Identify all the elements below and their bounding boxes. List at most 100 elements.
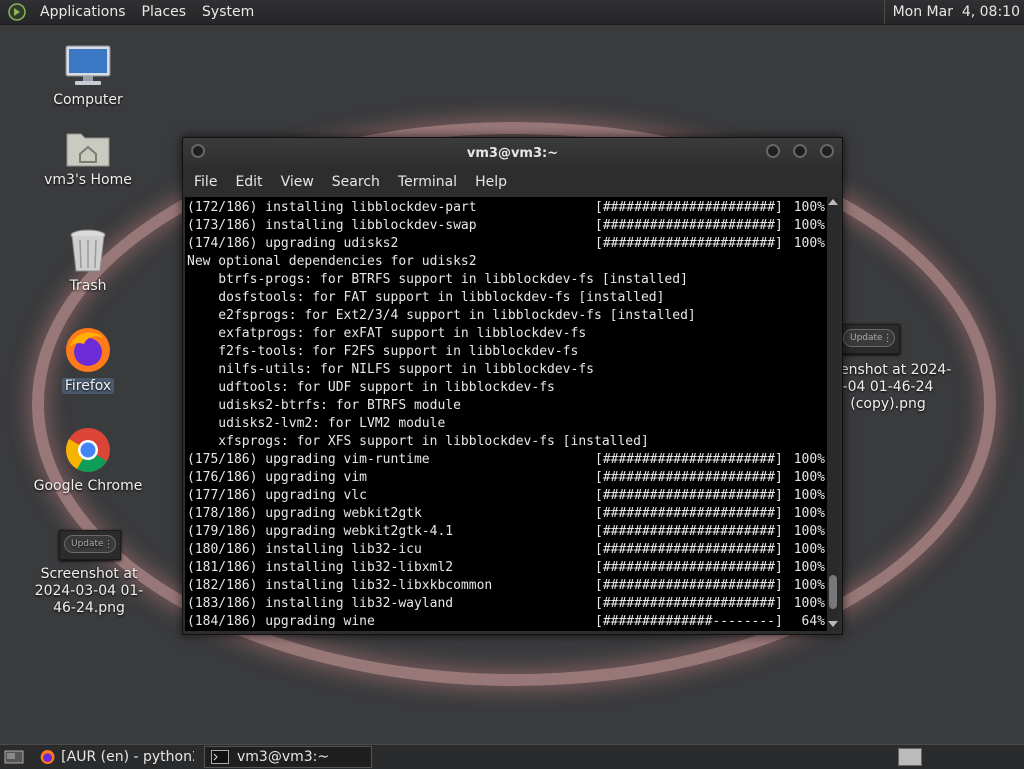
terminal-line: (179/186) upgrading webkit2gtk-4.1 [#####…	[187, 523, 827, 541]
progress-bar-text: [######################]	[595, 506, 783, 521]
window-titlebar[interactable]: vm3@vm3:~	[183, 138, 842, 168]
desktop-icon-label: enshot at 2024- -04 01-46-24 (copy).png	[840, 362, 952, 412]
terminal-line-text: (178/186) upgrading webkit2gtk	[187, 506, 422, 521]
workspace-switcher[interactable]	[898, 748, 922, 766]
desktop-icon-label: Google Chrome	[33, 478, 143, 494]
terminal-line-text: (184/186) upgrading wine	[187, 614, 375, 629]
update-pill: Update ⋮	[64, 535, 116, 553]
desktop-icon-trash[interactable]: Trash	[23, 228, 153, 294]
menu-search[interactable]: Search	[323, 174, 389, 190]
menu-view[interactable]: View	[272, 174, 323, 190]
progress-bar-text: [##############--------]	[595, 614, 783, 629]
terminal-line: (178/186) upgrading webkit2gtk [#########…	[187, 505, 827, 523]
progress-bar-text: [######################]	[595, 596, 783, 611]
distro-logo-icon[interactable]	[8, 3, 26, 21]
terminal-line: (184/186) upgrading wine [##############-…	[187, 613, 827, 631]
terminal-line-text: udisks2-btrfs: for BTRFS module	[187, 398, 461, 413]
progress-bar-text: [######################]	[595, 470, 783, 485]
progress-percent: 100%	[793, 524, 825, 539]
progress-bar-text: [######################]	[595, 218, 783, 233]
desktop-icon-chrome[interactable]: Google Chrome	[23, 426, 153, 494]
desktop-icon-screenshot[interactable]: Update ⋮ Screenshot at 2024-03-04 01-46-2…	[13, 530, 165, 617]
desktop-icon-computer[interactable]: Computer	[23, 44, 153, 108]
terminal-line-text: (175/186) upgrading vim-runtime	[187, 452, 430, 467]
progress-bar-text: [######################]	[595, 542, 783, 557]
terminal-line: dosfstools: for FAT support in libblockd…	[187, 289, 827, 307]
progress-bar-text: [######################]	[595, 200, 783, 215]
window-menu-icon[interactable]	[191, 144, 205, 158]
top-panel: Applications Places System Mon Mar 4, 08…	[0, 0, 1024, 25]
terminal-output[interactable]: (172/186) installing libblockdev-part [##…	[185, 197, 827, 631]
desktop-icon-label: vm3's Home	[44, 172, 132, 188]
terminal-line-text: udisks2-lvm2: for LVM2 module	[187, 416, 446, 431]
progress-percent: 100%	[793, 578, 825, 593]
terminal-window[interactable]: vm3@vm3:~ File Edit View Search Terminal…	[182, 137, 843, 635]
terminal-line-text: udftools: for UDF support in libblockdev…	[187, 380, 555, 395]
progress-bar-text: [######################]	[595, 236, 783, 251]
terminal-menubar: File Edit View Search Terminal Help	[183, 168, 842, 196]
terminal-line: New optional dependencies for udisks2	[187, 253, 827, 271]
taskbar-item-terminal[interactable]: vm3@vm3:~	[204, 746, 372, 768]
desktop-icon-firefox[interactable]: Firefox	[23, 326, 153, 394]
minimize-icon[interactable]	[766, 144, 780, 158]
terminal-line-text: e2fsprogs: for Ext2/3/4 support in libbl…	[187, 308, 696, 323]
terminal-line-text: New optional dependencies for udisks2	[187, 254, 477, 269]
chrome-icon	[66, 428, 110, 472]
show-desktop-button[interactable]	[0, 746, 30, 768]
menu-help[interactable]: Help	[466, 174, 516, 190]
terminal-line: btrfs-progs: for BTRFS support in libblo…	[187, 271, 827, 289]
terminal-line-text: btrfs-progs: for BTRFS support in libblo…	[187, 272, 688, 287]
taskbar-item-firefox[interactable]: [AUR (en) - python2 ...	[34, 746, 200, 768]
menu-file[interactable]: File	[185, 174, 226, 190]
progress-percent: 100%	[793, 560, 825, 575]
terminal-line-text: (179/186) upgrading webkit2gtk-4.1	[187, 524, 454, 539]
terminal-line: e2fsprogs: for Ext2/3/4 support in libbl…	[187, 307, 827, 325]
scroll-up-icon[interactable]	[828, 199, 838, 205]
taskbar-item-label: vm3@vm3:~	[237, 749, 330, 765]
desktop-icon-label: Trash	[69, 278, 107, 294]
progress-percent: 100%	[793, 452, 825, 467]
terminal-line: exfatprogs: for exFAT support in libbloc…	[187, 325, 827, 343]
scroll-thumb[interactable]	[829, 575, 837, 609]
terminal-line-text: (183/186) installing lib32-wayland	[187, 596, 454, 611]
terminal-line: f2fs-tools: for F2FS support in libblock…	[187, 343, 827, 361]
progress-percent: 64%	[801, 614, 825, 629]
clock-text: Mon Mar 4, 08:10	[892, 4, 1020, 20]
terminal-line-text: nilfs-utils: for NILFS support in libblo…	[187, 362, 594, 377]
desktop-icon-home[interactable]: vm3's Home	[23, 128, 153, 188]
terminal-scrollbar[interactable]	[827, 197, 839, 631]
menu-places[interactable]: Places	[134, 4, 195, 20]
terminal-line-text: dosfstools: for FAT support in libblockd…	[187, 290, 665, 305]
desktop-icon-label: Screenshot at 2024-03-04 01-46-24.png	[34, 566, 144, 616]
terminal-line-text: (177/186) upgrading vlc	[187, 488, 368, 503]
progress-percent: 100%	[793, 542, 825, 557]
terminal-line: (181/186) installing lib32-libxml2 [#####…	[187, 559, 827, 577]
menu-applications[interactable]: Applications	[32, 4, 134, 20]
window-title: vm3@vm3:~	[466, 145, 559, 161]
terminal-line-text: (176/186) upgrading vim	[187, 470, 368, 485]
more-icon: ⋮	[882, 332, 893, 344]
progress-bar-text: [######################]	[595, 524, 783, 539]
menu-edit[interactable]: Edit	[226, 174, 271, 190]
desktop-icon-label: Firefox	[61, 378, 115, 394]
maximize-icon[interactable]	[793, 144, 807, 158]
terminal-line-text: (172/186) installing libblockdev-part	[187, 200, 477, 215]
close-icon[interactable]	[820, 144, 834, 158]
clock[interactable]: Mon Mar 4, 08:10	[883, 0, 1024, 24]
computer-icon	[65, 45, 111, 85]
scroll-down-icon[interactable]	[828, 621, 838, 627]
terminal-line-text: (180/186) installing lib32-icu	[187, 542, 422, 557]
trash-icon	[70, 229, 106, 272]
taskbar-item-label: [AUR (en) - python2 ...	[61, 749, 194, 765]
progress-bar-text: [######################]	[595, 452, 783, 467]
show-desktop-icon	[4, 750, 24, 764]
terminal-line: (173/186) installing libblockdev-swap [##…	[187, 217, 827, 235]
progress-percent: 100%	[793, 470, 825, 485]
terminal-line-text: (181/186) installing lib32-libxml2	[187, 560, 454, 575]
terminal-line: nilfs-utils: for NILFS support in libblo…	[187, 361, 827, 379]
menu-system[interactable]: System	[194, 4, 262, 20]
menu-terminal[interactable]: Terminal	[389, 174, 466, 190]
terminal-line: (174/186) upgrading udisks2 [############…	[187, 235, 827, 253]
progress-percent: 100%	[793, 218, 825, 233]
screenshot-copy-thumbnail: Update ⋮	[838, 324, 900, 354]
